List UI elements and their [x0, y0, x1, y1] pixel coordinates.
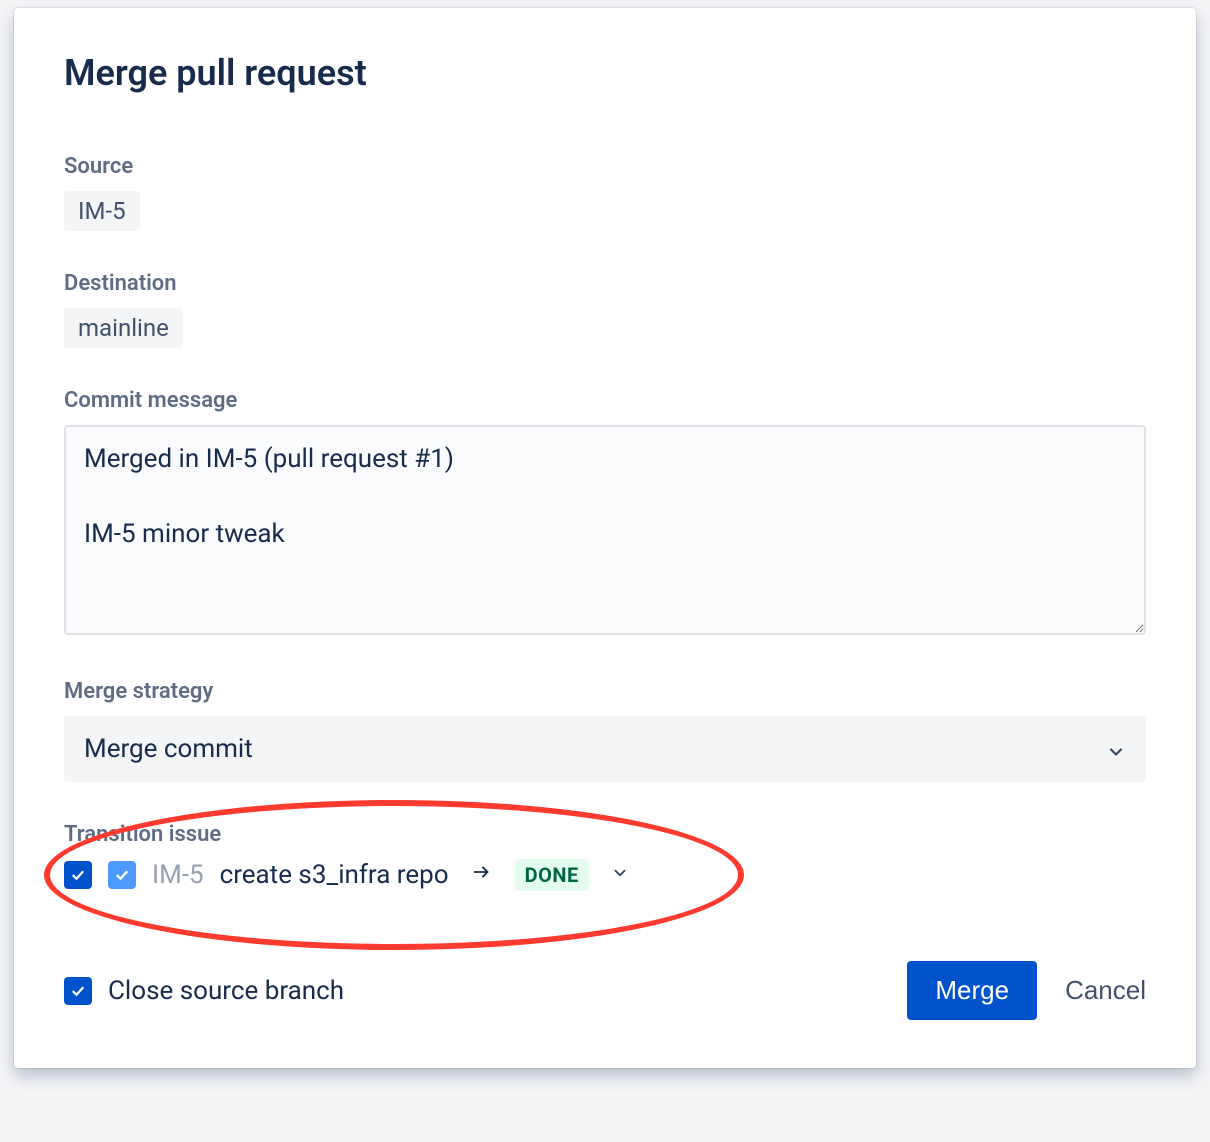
merge-strategy-field: Merge strategy Merge commit	[64, 679, 1146, 782]
dialog-footer: Close source branch Merge Cancel	[64, 961, 1146, 1020]
source-label: Source	[64, 154, 1146, 179]
arrow-right-icon	[471, 861, 493, 889]
dialog-title: Merge pull request	[64, 52, 1146, 94]
close-source-branch-label: Close source branch	[108, 976, 344, 1006]
transition-checkbox-outer[interactable]	[64, 861, 92, 889]
source-branch-tag: IM-5	[64, 191, 140, 231]
footer-actions: Merge Cancel	[907, 961, 1146, 1020]
close-source-branch-checkbox[interactable]	[64, 977, 92, 1005]
commit-message-field: Commit message	[64, 388, 1146, 639]
transition-issue-row: IM-5 create s3_infra repo DONE	[64, 859, 1146, 891]
transition-checkbox-inner[interactable]	[108, 861, 136, 889]
source-field: Source IM-5	[64, 154, 1146, 231]
status-chevron-down-icon[interactable]	[611, 864, 629, 886]
merge-strategy-value: Merge commit	[84, 734, 253, 764]
status-badge[interactable]: DONE	[515, 859, 589, 891]
commit-message-label: Commit message	[64, 388, 1146, 413]
commit-message-textarea[interactable]	[64, 425, 1146, 635]
merge-strategy-select[interactable]: Merge commit	[64, 716, 1146, 782]
merge-strategy-label: Merge strategy	[64, 679, 1146, 704]
chevron-down-icon	[1106, 739, 1126, 759]
issue-title: create s3_infra repo	[220, 860, 449, 890]
merge-button[interactable]: Merge	[907, 961, 1037, 1020]
destination-label: Destination	[64, 271, 1146, 296]
transition-issue-section: Transition issue IM-5 create s3_infra re…	[64, 822, 1146, 891]
transition-issue-label: Transition issue	[64, 822, 1146, 847]
cancel-button[interactable]: Cancel	[1065, 975, 1146, 1006]
destination-branch-tag: mainline	[64, 308, 183, 348]
close-source-branch-row: Close source branch	[64, 976, 344, 1006]
destination-field: Destination mainline	[64, 271, 1146, 348]
merge-pull-request-dialog: Merge pull request Source IM-5 Destinati…	[14, 8, 1196, 1068]
issue-key: IM-5	[152, 860, 204, 890]
